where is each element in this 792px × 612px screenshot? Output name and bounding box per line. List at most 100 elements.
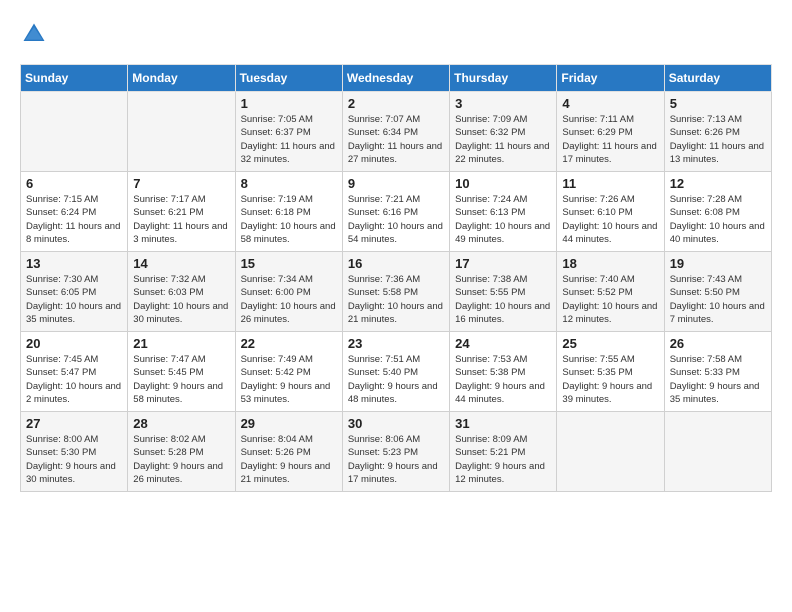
calendar-cell: 14Sunrise: 7:32 AMSunset: 6:03 PMDayligh… (128, 252, 235, 332)
day-number: 18 (562, 256, 658, 271)
cell-info: Sunrise: 7:11 AMSunset: 6:29 PMDaylight:… (562, 113, 658, 166)
calendar-cell: 4 Sunrise: 7:11 AMSunset: 6:29 PMDaylight… (557, 92, 664, 172)
day-number: 23 (348, 336, 444, 351)
day-number: 27 (26, 416, 122, 431)
cell-info: Sunrise: 7:58 AMSunset: 5:33 PMDaylight:… (670, 353, 766, 406)
cell-info: Sunrise: 7:15 AMSunset: 6:24 PMDaylight:… (26, 193, 122, 246)
cell-info: Sunrise: 7:26 AMSunset: 6:10 PMDaylight:… (562, 193, 658, 246)
day-number: 15 (241, 256, 337, 271)
cell-info: Sunrise: 7:30 AMSunset: 6:05 PMDaylight:… (26, 273, 122, 326)
cell-info: Sunrise: 8:06 AMSunset: 5:23 PMDaylight:… (348, 433, 444, 486)
calendar-cell: 19 Sunrise: 7:43 AMSunset: 5:50 PMDayligh… (664, 252, 771, 332)
day-number: 24 (455, 336, 551, 351)
day-number: 25 (562, 336, 658, 351)
calendar-cell: 26Sunrise: 7:58 AMSunset: 5:33 PMDayligh… (664, 332, 771, 412)
day-number: 31 (455, 416, 551, 431)
calendar-cell: 15 Sunrise: 7:34 AMSunset: 6:00 PMDayligh… (235, 252, 342, 332)
day-header-wednesday: Wednesday (342, 65, 449, 92)
calendar-cell: 6 Sunrise: 7:15 AMSunset: 6:24 PMDaylight… (21, 172, 128, 252)
calendar-cell: 3 Sunrise: 7:09 AMSunset: 6:32 PMDaylight… (450, 92, 557, 172)
calendar-cell: 24Sunrise: 7:53 AMSunset: 5:38 PMDayligh… (450, 332, 557, 412)
day-number: 7 (133, 176, 229, 191)
day-number: 20 (26, 336, 122, 351)
day-number: 2 (348, 96, 444, 111)
cell-info: Sunrise: 7:24 AMSunset: 6:13 PMDaylight:… (455, 193, 551, 246)
day-number: 4 (562, 96, 658, 111)
calendar-cell: 8 Sunrise: 7:19 AMSunset: 6:18 PMDaylight… (235, 172, 342, 252)
calendar-cell: 21 Sunrise: 7:47 AMSunset: 5:45 PMDayligh… (128, 332, 235, 412)
cell-info: Sunrise: 7:13 AMSunset: 6:26 PMDaylight:… (670, 113, 766, 166)
calendar-cell: 23 Sunrise: 7:51 AMSunset: 5:40 PMDayligh… (342, 332, 449, 412)
page-header (20, 20, 772, 48)
cell-info: Sunrise: 7:07 AMSunset: 6:34 PMDaylight:… (348, 113, 444, 166)
cell-info: Sunrise: 7:19 AMSunset: 6:18 PMDaylight:… (241, 193, 337, 246)
cell-info: Sunrise: 8:04 AMSunset: 5:26 PMDaylight:… (241, 433, 337, 486)
cell-info: Sunrise: 8:00 AMSunset: 5:30 PMDaylight:… (26, 433, 122, 486)
calendar-cell: 28Sunrise: 8:02 AMSunset: 5:28 PMDayligh… (128, 412, 235, 492)
cell-info: Sunrise: 7:45 AMSunset: 5:47 PMDaylight:… (26, 353, 122, 406)
cell-info: Sunrise: 8:09 AMSunset: 5:21 PMDaylight:… (455, 433, 551, 486)
calendar-cell (664, 412, 771, 492)
cell-info: Sunrise: 7:21 AMSunset: 6:16 PMDaylight:… (348, 193, 444, 246)
calendar-cell: 31 Sunrise: 8:09 AMSunset: 5:21 PMDayligh… (450, 412, 557, 492)
calendar-cell: 7 Sunrise: 7:17 AMSunset: 6:21 PMDaylight… (128, 172, 235, 252)
day-number: 9 (348, 176, 444, 191)
calendar-cell: 30 Sunrise: 8:06 AMSunset: 5:23 PMDayligh… (342, 412, 449, 492)
cell-info: Sunrise: 7:09 AMSunset: 6:32 PMDaylight:… (455, 113, 551, 166)
day-number: 6 (26, 176, 122, 191)
day-number: 10 (455, 176, 551, 191)
day-number: 16 (348, 256, 444, 271)
calendar-cell: 27 Sunrise: 8:00 AMSunset: 5:30 PMDayligh… (21, 412, 128, 492)
cell-info: Sunrise: 7:43 AMSunset: 5:50 PMDaylight:… (670, 273, 766, 326)
calendar-cell (21, 92, 128, 172)
cell-info: Sunrise: 7:32 AMSunset: 6:03 PMDaylight:… (133, 273, 229, 326)
calendar-cell: 18 Sunrise: 7:40 AMSunset: 5:52 PMDayligh… (557, 252, 664, 332)
cell-info: Sunrise: 7:47 AMSunset: 5:45 PMDaylight:… (133, 353, 229, 406)
day-number: 5 (670, 96, 766, 111)
cell-info: Sunrise: 7:34 AMSunset: 6:00 PMDaylight:… (241, 273, 337, 326)
calendar-cell: 2 Sunrise: 7:07 AMSunset: 6:34 PMDaylight… (342, 92, 449, 172)
cell-info: Sunrise: 7:38 AMSunset: 5:55 PMDaylight:… (455, 273, 551, 326)
calendar-cell (128, 92, 235, 172)
day-number: 12 (670, 176, 766, 191)
day-number: 3 (455, 96, 551, 111)
day-header-friday: Friday (557, 65, 664, 92)
day-number: 17 (455, 256, 551, 271)
day-number: 11 (562, 176, 658, 191)
cell-info: Sunrise: 7:49 AMSunset: 5:42 PMDaylight:… (241, 353, 337, 406)
cell-info: Sunrise: 7:17 AMSunset: 6:21 PMDaylight:… (133, 193, 229, 246)
day-number: 21 (133, 336, 229, 351)
calendar-cell: 16Sunrise: 7:36 AMSunset: 5:58 PMDayligh… (342, 252, 449, 332)
calendar-table: SundayMondayTuesdayWednesdayThursdayFrid… (20, 64, 772, 492)
day-number: 8 (241, 176, 337, 191)
calendar-cell: 1 Sunrise: 7:05 AMSunset: 6:37 PMDaylight… (235, 92, 342, 172)
day-header-sunday: Sunday (21, 65, 128, 92)
cell-info: Sunrise: 7:05 AMSunset: 6:37 PMDaylight:… (241, 113, 337, 166)
cell-info: Sunrise: 7:40 AMSunset: 5:52 PMDaylight:… (562, 273, 658, 326)
day-number: 30 (348, 416, 444, 431)
day-number: 13 (26, 256, 122, 271)
cell-info: Sunrise: 7:51 AMSunset: 5:40 PMDaylight:… (348, 353, 444, 406)
day-number: 29 (241, 416, 337, 431)
day-header-saturday: Saturday (664, 65, 771, 92)
calendar-cell (557, 412, 664, 492)
calendar-cell: 11 Sunrise: 7:26 AMSunset: 6:10 PMDayligh… (557, 172, 664, 252)
calendar-week-row: 6 Sunrise: 7:15 AMSunset: 6:24 PMDaylight… (21, 172, 772, 252)
calendar-week-row: 1 Sunrise: 7:05 AMSunset: 6:37 PMDaylight… (21, 92, 772, 172)
calendar-cell: 25 Sunrise: 7:55 AMSunset: 5:35 PMDayligh… (557, 332, 664, 412)
day-number: 19 (670, 256, 766, 271)
calendar-cell: 12 Sunrise: 7:28 AMSunset: 6:08 PMDayligh… (664, 172, 771, 252)
logo (20, 20, 52, 48)
calendar-cell: 22 Sunrise: 7:49 AMSunset: 5:42 PMDayligh… (235, 332, 342, 412)
cell-info: Sunrise: 7:55 AMSunset: 5:35 PMDaylight:… (562, 353, 658, 406)
day-number: 28 (133, 416, 229, 431)
calendar-week-row: 13 Sunrise: 7:30 AMSunset: 6:05 PMDayligh… (21, 252, 772, 332)
calendar-week-row: 27 Sunrise: 8:00 AMSunset: 5:30 PMDayligh… (21, 412, 772, 492)
day-number: 1 (241, 96, 337, 111)
calendar-cell: 13 Sunrise: 7:30 AMSunset: 6:05 PMDayligh… (21, 252, 128, 332)
calendar-cell: 29 Sunrise: 8:04 AMSunset: 5:26 PMDayligh… (235, 412, 342, 492)
day-number: 22 (241, 336, 337, 351)
day-header-monday: Monday (128, 65, 235, 92)
cell-info: Sunrise: 7:28 AMSunset: 6:08 PMDaylight:… (670, 193, 766, 246)
day-header-tuesday: Tuesday (235, 65, 342, 92)
